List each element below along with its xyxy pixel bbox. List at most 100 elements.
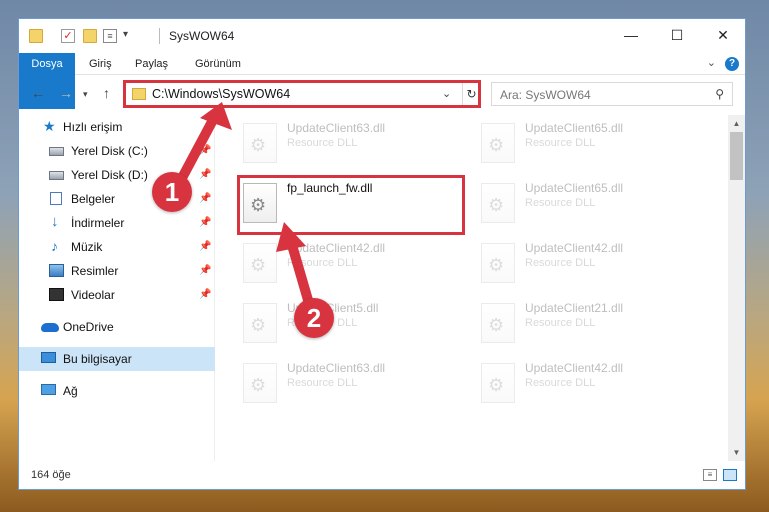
rename-icon[interactable]: ≡ <box>103 29 117 43</box>
sidebar-item-label: Ağ <box>63 384 78 398</box>
file-item[interactable]: ⚙ UpdateClient63.dll Resource DLL <box>241 359 451 415</box>
scroll-down-icon[interactable]: ▼ <box>728 444 745 461</box>
back-arrow-icon[interactable]: ← <box>31 85 45 101</box>
cloud-icon <box>41 323 59 332</box>
file-name: UpdateClient65.dll <box>525 181 624 195</box>
sidebar-item-network[interactable]: Ağ <box>19 379 215 403</box>
dll-file-icon: ⚙ <box>481 303 515 343</box>
file-type: Resource DLL <box>287 257 358 269</box>
file-name: UpdateClient42.dll <box>287 241 386 255</box>
properties-check-icon[interactable]: ✓ <box>61 29 75 43</box>
drive-icon <box>49 147 64 156</box>
computer-icon <box>41 352 56 363</box>
gear-icon: ⚙ <box>488 195 505 215</box>
pin-icon[interactable]: 📌 <box>199 211 211 235</box>
help-icon[interactable]: ? <box>725 57 739 71</box>
pin-icon[interactable]: 📌 <box>199 163 211 187</box>
sidebar-item-label: Hızlı erişim <box>63 120 123 134</box>
sidebar-item-music[interactable]: ♪ Müzik 📌 <box>19 235 215 259</box>
file-item[interactable]: ⚙ UpdateClient21.dll Resource DLL <box>479 299 689 355</box>
file-item[interactable]: ⚙ UpdateClient65.dll Resource DLL <box>479 179 689 235</box>
file-highlight-box <box>237 175 465 235</box>
gear-icon: ⚙ <box>250 255 267 275</box>
vertical-scrollbar[interactable]: ▲ ▼ <box>728 115 745 461</box>
ribbon-tabs: Dosya Giriş Paylaş Görünüm ⌄ ? <box>19 53 745 109</box>
file-type: Resource DLL <box>525 317 596 329</box>
tab-view[interactable]: Görünüm <box>195 53 241 75</box>
expand-ribbon-icon[interactable]: ⌄ <box>707 57 716 69</box>
search-input[interactable]: Ara: SysWOW64 ⚲ <box>491 82 733 106</box>
drive-icon <box>49 171 64 180</box>
pin-icon[interactable]: 📌 <box>199 259 211 283</box>
dll-file-icon: ⚙ <box>243 243 277 283</box>
dll-file-icon: ⚙ <box>243 363 277 403</box>
sidebar-item-disk-c[interactable]: Yerel Disk (C:) 📌 <box>19 139 215 163</box>
videos-icon <box>49 288 64 301</box>
navigation-pane: ★ Hızlı erişim Yerel Disk (C:) 📌 Yerel D… <box>19 115 215 461</box>
file-name: UpdateClient21.dll <box>525 301 624 315</box>
sidebar-item-onedrive[interactable]: OneDrive <box>19 315 215 339</box>
pin-icon[interactable]: 📌 <box>199 139 211 163</box>
sidebar-item-this-pc[interactable]: Bu bilgisayar <box>19 347 215 371</box>
file-item[interactable]: ⚙ UpdateClient42.dll Resource DLL <box>479 359 689 415</box>
minimize-button[interactable]: — <box>609 19 653 51</box>
dll-file-icon: ⚙ <box>243 303 277 343</box>
details-view-icon[interactable]: ≡ <box>703 469 717 481</box>
dll-file-icon: ⚙ <box>481 183 515 223</box>
file-type: Resource DLL <box>287 377 358 389</box>
tab-home[interactable]: Giriş <box>89 53 112 75</box>
tab-share[interactable]: Paylaş <box>135 53 168 75</box>
recent-locations-icon[interactable]: ▾ <box>83 89 88 100</box>
sidebar-item-quick-access[interactable]: ★ Hızlı erişim <box>19 115 215 139</box>
forward-arrow-icon[interactable]: → <box>59 85 73 101</box>
dll-file-icon: ⚙ <box>481 123 515 163</box>
file-type: Resource DLL <box>287 137 358 149</box>
step-badge-1: 1 <box>152 172 192 212</box>
chevron-down-icon[interactable]: ▾ <box>123 29 137 43</box>
sidebar-item-label: Videolar <box>71 288 115 302</box>
gear-icon: ⚙ <box>250 315 267 335</box>
navigation-bar: ← → ▾ ↑ C:\Windows\SysWOW64 ⌄ ↻ Ara: Sys… <box>19 79 745 109</box>
sidebar-item-label: Belgeler <box>71 192 116 206</box>
pin-icon[interactable]: 📌 <box>199 235 211 259</box>
scroll-up-icon[interactable]: ▲ <box>728 115 745 132</box>
up-arrow-icon[interactable]: ↑ <box>103 85 110 101</box>
file-item[interactable]: ⚙ UpdateClient42.dll Resource DLL <box>479 239 689 295</box>
search-placeholder: Ara: SysWOW64 <box>500 88 591 102</box>
sidebar-item-label: Resimler <box>71 264 119 278</box>
file-name: UpdateClient42.dll <box>525 361 624 375</box>
dll-file-icon: ⚙ <box>481 243 515 283</box>
file-type: Resource DLL <box>525 197 596 209</box>
address-highlight-box <box>123 80 481 108</box>
gear-icon: ⚙ <box>488 255 505 275</box>
sidebar-item-downloads[interactable]: ↓ İndirmeler 📌 <box>19 211 215 235</box>
gear-icon: ⚙ <box>488 135 505 155</box>
dll-file-icon: ⚙ <box>243 123 277 163</box>
file-item[interactable]: ⚙ UpdateClient42.dll Resource DLL <box>241 239 451 295</box>
maximize-button[interactable]: ☐ <box>655 19 699 51</box>
file-item[interactable]: ⚙ UpdateClient65.dll Resource DLL <box>479 119 689 175</box>
title-bar: ✓ ≡ ▾ SysWOW64 — ☐ ✕ <box>19 19 745 53</box>
gear-icon: ⚙ <box>488 315 505 335</box>
file-list: ⚙ UpdateClient63.dll Resource DLL ⚙ fp_l… <box>219 115 729 461</box>
sidebar-item-pictures[interactable]: Resimler 📌 <box>19 259 215 283</box>
sidebar-item-label: Müzik <box>71 240 103 254</box>
title-separator <box>159 28 160 44</box>
scrollbar-thumb[interactable] <box>730 132 743 180</box>
file-type: Resource DLL <box>525 137 596 149</box>
file-item[interactable]: ⚙ UpdateClient5.dll Resource DLL <box>241 299 451 355</box>
pin-icon[interactable]: 📌 <box>199 187 211 211</box>
file-type: Resource DLL <box>525 257 596 269</box>
network-icon <box>41 384 56 395</box>
sidebar-item-videos[interactable]: Videolar 📌 <box>19 283 215 307</box>
file-item[interactable]: ⚙ UpdateClient63.dll Resource DLL <box>241 119 451 175</box>
pin-icon[interactable]: 📌 <box>199 283 211 307</box>
item-count: 164 öğe <box>31 469 71 481</box>
close-button[interactable]: ✕ <box>701 19 745 51</box>
tiles-view-icon[interactable] <box>723 469 737 481</box>
gear-icon: ⚙ <box>250 375 267 395</box>
search-icon[interactable]: ⚲ <box>715 87 724 101</box>
new-folder-icon[interactable] <box>83 29 97 43</box>
sidebar-item-label: Yerel Disk (C:) <box>71 144 148 158</box>
step-badge-2: 2 <box>294 298 334 338</box>
